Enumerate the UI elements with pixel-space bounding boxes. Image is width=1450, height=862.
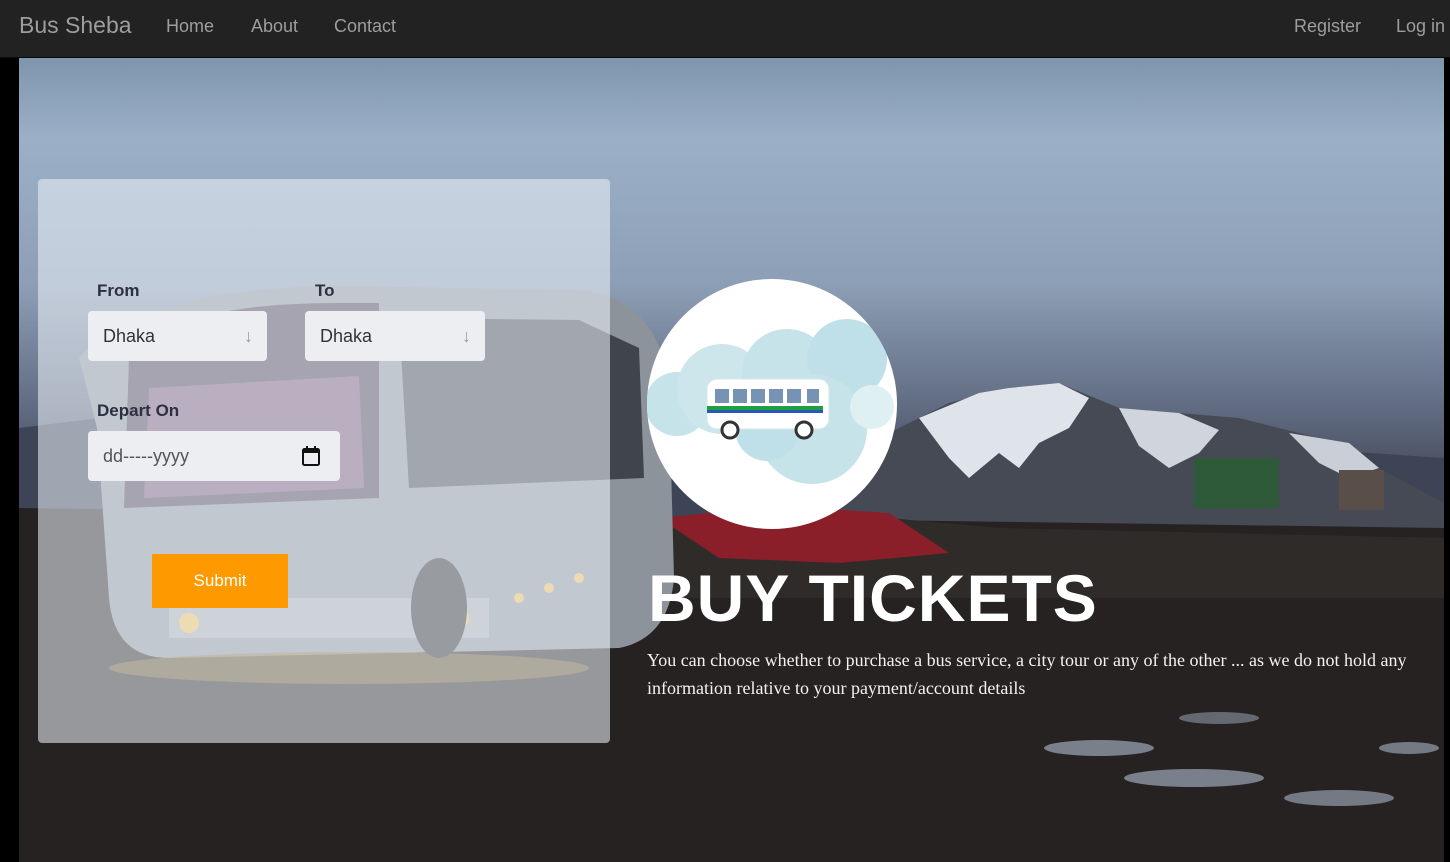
from-select-value: Dhaka: [103, 326, 156, 346]
calendar-icon[interactable]: [302, 446, 320, 466]
from-label: From: [97, 281, 140, 300]
arrow-down-icon: ↓: [462, 326, 471, 346]
navbar: Bus Sheba Home About Contact Register Lo…: [0, 0, 1450, 58]
to-select[interactable]: Dhaka ↓: [305, 311, 485, 361]
submit-button[interactable]: Submit: [152, 554, 288, 608]
page-title: BUY TICKETS: [648, 561, 1098, 635]
depart-on-label: Depart On: [97, 401, 180, 420]
brand-link[interactable]: Bus Sheba: [19, 12, 132, 39]
nav-register-link[interactable]: Register: [1294, 16, 1361, 37]
to-label: To: [315, 281, 335, 300]
nav-login-link[interactable]: Log in: [1396, 16, 1445, 37]
nav-contact-link[interactable]: Contact: [334, 16, 396, 37]
hero-description: You can choose whether to purchase a bus…: [647, 650, 1407, 698]
bus-logo: [647, 279, 897, 529]
depart-date-input[interactable]: dd-----yyyy: [88, 431, 340, 481]
from-select[interactable]: Dhaka ↓: [88, 311, 267, 361]
bus-logo-icon: [647, 319, 894, 484]
nav-home-link[interactable]: Home: [166, 16, 214, 37]
arrow-down-icon: ↓: [244, 326, 253, 346]
date-placeholder: dd-----yyyy: [103, 446, 189, 466]
to-select-value: Dhaka: [320, 326, 373, 346]
nav-about-link[interactable]: About: [251, 16, 298, 37]
